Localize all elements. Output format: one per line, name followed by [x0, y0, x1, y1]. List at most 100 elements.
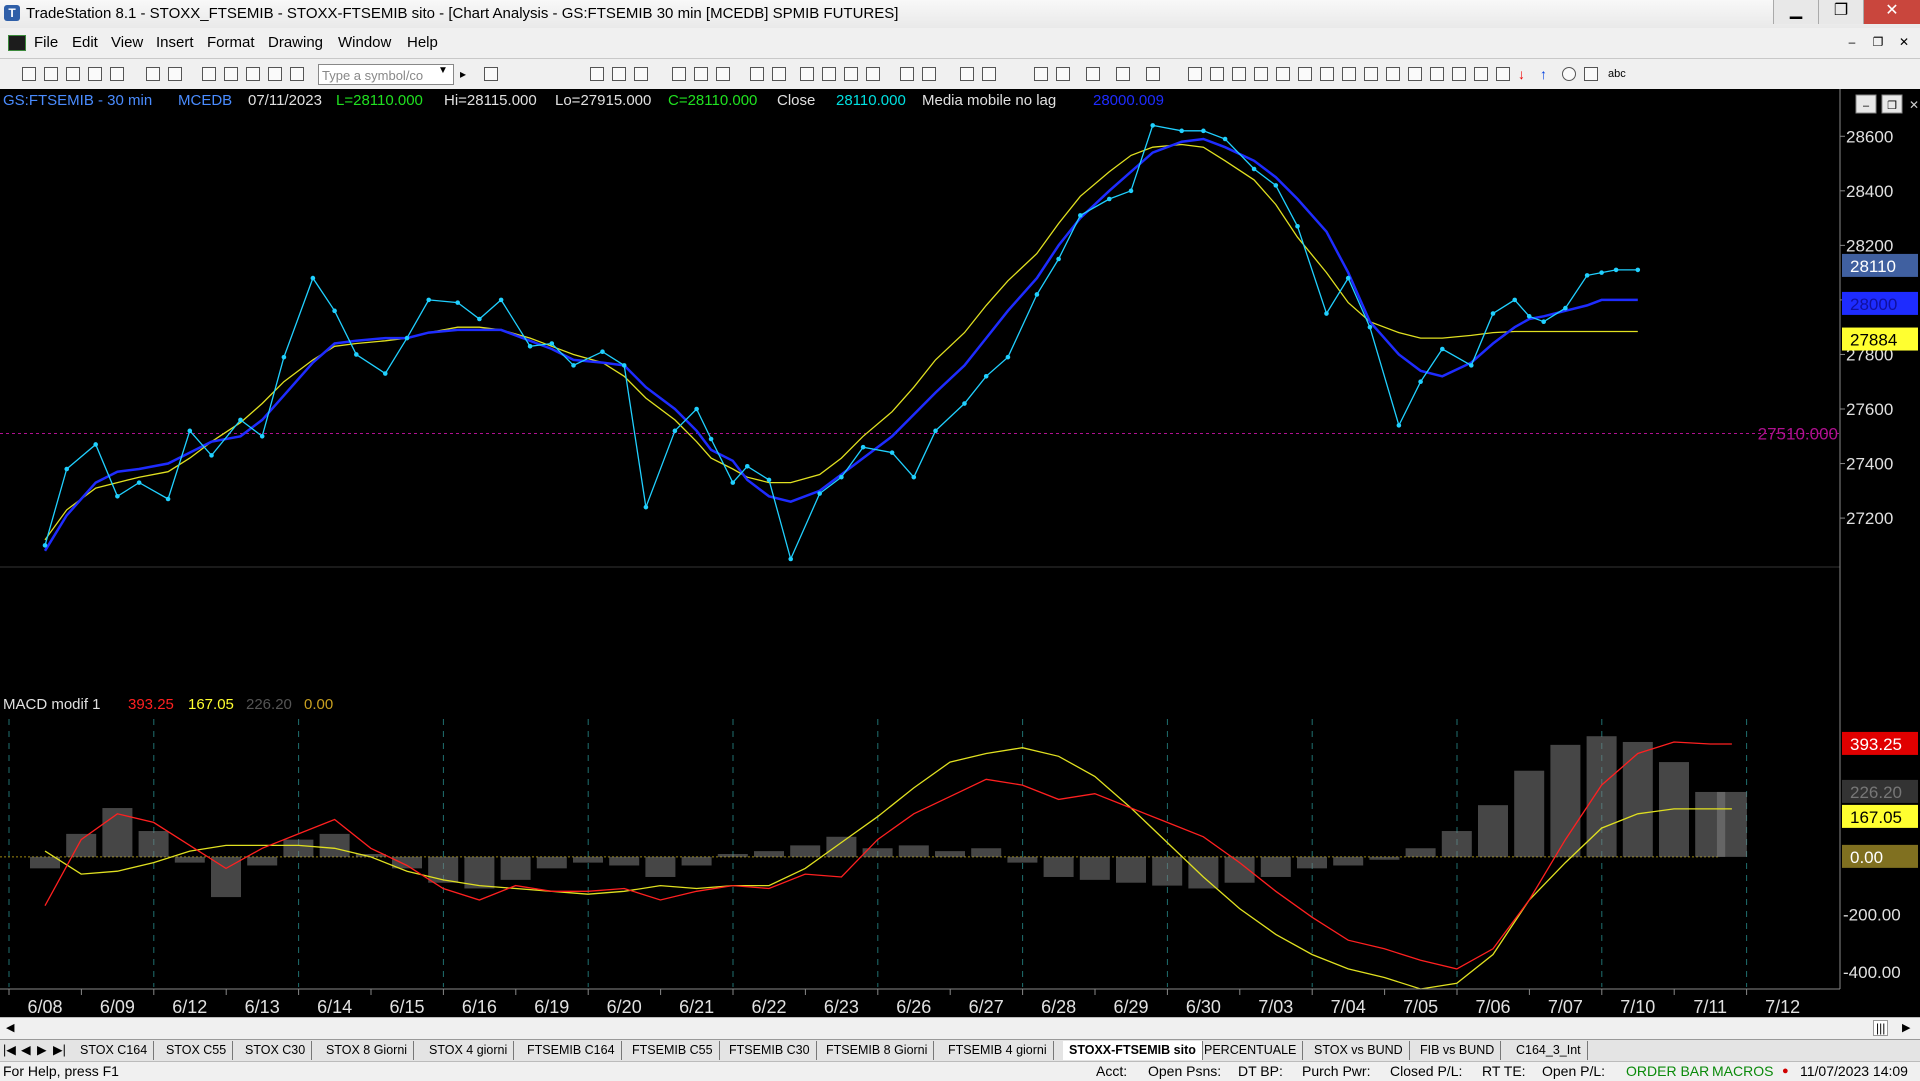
lock-icon[interactable]	[246, 67, 260, 81]
bar-chart-icon[interactable]	[800, 67, 814, 81]
tab-ftsemib-4-giorni[interactable]: FTSEMIB 4 giorni	[942, 1041, 1054, 1060]
scroll-thumb[interactable]: |||	[1873, 1020, 1889, 1036]
format-icon[interactable]	[1056, 67, 1070, 81]
tab-stox-c55[interactable]: STOX C55	[160, 1041, 234, 1060]
tab-prev-icon[interactable]: ◀	[18, 1041, 34, 1060]
trendline-icon[interactable]	[1188, 67, 1202, 81]
insert-indicator-icon[interactable]	[1116, 67, 1130, 81]
arrow-down-red-icon[interactable]: ↓	[1518, 67, 1532, 81]
pointer-icon[interactable]	[1034, 67, 1048, 81]
mdi-close-button[interactable]: ✕	[1894, 33, 1914, 51]
optionstation-icon[interactable]	[672, 67, 686, 81]
arrow-icon[interactable]	[1452, 67, 1466, 81]
gann-fan-icon[interactable]	[1364, 67, 1378, 81]
scanner-icon[interactable]	[694, 67, 708, 81]
tab-percentuale[interactable]: PERCENTUALE	[1198, 1041, 1304, 1060]
chart-canvas[interactable]: GS:FTSEMIB - 30 min MCEDB 07/11/2023 L=2…	[0, 89, 1920, 1026]
speedline-icon[interactable]	[1386, 67, 1400, 81]
tab-fib-vs-bund[interactable]: FIB vs BUND	[1414, 1041, 1502, 1060]
chart-minimize-button[interactable]: –	[1863, 100, 1870, 112]
globe-icon[interactable]	[290, 67, 304, 81]
chart-restore-button[interactable]: ❐	[1887, 100, 1897, 112]
scroll-right-icon[interactable]: ▶	[1902, 1021, 1910, 1034]
matrix-icon[interactable]	[634, 67, 648, 81]
tab-ftsemib-c30[interactable]: FTSEMIB C30	[723, 1041, 817, 1060]
regression-icon[interactable]	[1276, 67, 1290, 81]
horizontal-scrollbar[interactable]: ◀ ||| ▶	[0, 1017, 1920, 1040]
menu-window[interactable]: Window	[338, 34, 391, 51]
tab-stox-c164[interactable]: STOX C164	[74, 1041, 155, 1060]
radarscreen-icon[interactable]	[612, 67, 626, 81]
tab-first-icon[interactable]: |◀	[0, 1041, 19, 1060]
cycle-lines-icon[interactable]	[1430, 67, 1444, 81]
save-icon[interactable]	[88, 67, 102, 81]
macros-button[interactable]: MACROS	[1712, 1062, 1773, 1081]
ellipse-icon[interactable]	[1562, 67, 1576, 81]
open-workspace-icon[interactable]	[66, 67, 80, 81]
tab-stox-c30[interactable]: STOX C30	[239, 1041, 313, 1060]
candlestick-icon[interactable]	[822, 67, 836, 81]
strategy-icon[interactable]	[1146, 67, 1160, 81]
zoom-out-icon[interactable]	[922, 67, 936, 81]
fib-fan-icon[interactable]	[1342, 67, 1356, 81]
menu-help[interactable]: Help	[407, 34, 438, 51]
print-preview-icon[interactable]	[168, 67, 182, 81]
tab-stoxx-ftsemib-sito[interactable]: STOXX-FTSEMIB sito	[1063, 1041, 1203, 1060]
zoom-magnifier-icon[interactable]	[960, 67, 974, 81]
tools-icon[interactable]	[1086, 67, 1100, 81]
zoom-reduce-icon[interactable]	[982, 67, 996, 81]
maximize-button[interactable]: ❐	[1818, 0, 1863, 24]
symbol-go-icon[interactable]: ▸	[460, 67, 474, 81]
tab-c164-3-int[interactable]: C164_3_Int	[1510, 1041, 1588, 1060]
scroll-left-icon[interactable]: ◀	[6, 1021, 14, 1034]
mdi-minimize-button[interactable]: –	[1842, 33, 1862, 51]
point-figure-icon[interactable]	[866, 67, 880, 81]
close-button[interactable]: ✕	[1863, 0, 1920, 24]
menu-edit[interactable]: Edit	[72, 34, 98, 51]
menu-view[interactable]: View	[111, 34, 143, 51]
tab-ftsemib-c164[interactable]: FTSEMIB C164	[521, 1041, 622, 1060]
menu-drawing[interactable]: Drawing	[268, 34, 323, 51]
tab-stox-vs-bund[interactable]: STOX vs BUND	[1308, 1041, 1410, 1060]
arc-icon[interactable]	[1408, 67, 1422, 81]
save-workspace-icon[interactable]	[110, 67, 124, 81]
menu-format[interactable]: Format	[207, 34, 255, 51]
curve-icon[interactable]	[1496, 67, 1510, 81]
news-icon[interactable]	[716, 67, 730, 81]
order-bar-button[interactable]: ORDER BAR	[1626, 1062, 1709, 1081]
alert-icon[interactable]	[268, 67, 282, 81]
tab-stox-4-giorni[interactable]: STOX 4 giorni	[423, 1041, 515, 1060]
chevron-down-icon[interactable]: ▼	[438, 65, 448, 76]
chart-document-icon[interactable]	[8, 35, 26, 51]
open-icon[interactable]	[44, 67, 58, 81]
menu-file[interactable]: File	[34, 34, 58, 51]
zoom-in-icon[interactable]	[900, 67, 914, 81]
chart-close-button[interactable]: ✕	[1909, 98, 1919, 112]
brush-icon[interactable]	[1474, 67, 1488, 81]
horizontal-lines-icon[interactable]	[1232, 67, 1246, 81]
chart-analysis-icon[interactable]	[590, 67, 604, 81]
tab-next-icon[interactable]: ▶	[34, 1041, 50, 1060]
new-icon[interactable]	[22, 67, 36, 81]
vertical-lines-icon[interactable]	[1210, 67, 1224, 81]
line-chart-icon[interactable]	[844, 67, 858, 81]
tab-ftsemib-c55[interactable]: FTSEMIB C55	[626, 1041, 720, 1060]
tab-stox-8-giorni[interactable]: STOX 8 Giorni	[320, 1041, 415, 1060]
chart-window[interactable]: GS:FTSEMIB - 30 min MCEDB 07/11/2023 L=2…	[0, 89, 1920, 1026]
andrews-pitchfork-icon[interactable]	[1298, 67, 1312, 81]
desktop-icon[interactable]	[224, 67, 238, 81]
text-tool-icon[interactable]: abc	[1608, 67, 1632, 81]
symbol-input[interactable]: Type a symbol/co	[318, 64, 454, 85]
mdi-restore-button[interactable]: ❐	[1868, 33, 1888, 51]
activity-bar-icon[interactable]	[772, 67, 786, 81]
window-icon[interactable]	[202, 67, 216, 81]
time-sales-icon[interactable]	[750, 67, 764, 81]
symbol-lookup-icon[interactable]	[484, 67, 498, 81]
menu-insert[interactable]: Insert	[156, 34, 194, 51]
arrow-up-blue-icon[interactable]: ↑	[1540, 67, 1554, 81]
tab-ftsemib-8-giorni[interactable]: FTSEMIB 8 Giorni	[820, 1041, 935, 1060]
rectangle-icon[interactable]	[1584, 67, 1598, 81]
tab-last-icon[interactable]: ▶|	[50, 1041, 69, 1060]
fib-retracement-icon[interactable]	[1320, 67, 1334, 81]
print-icon[interactable]	[146, 67, 160, 81]
